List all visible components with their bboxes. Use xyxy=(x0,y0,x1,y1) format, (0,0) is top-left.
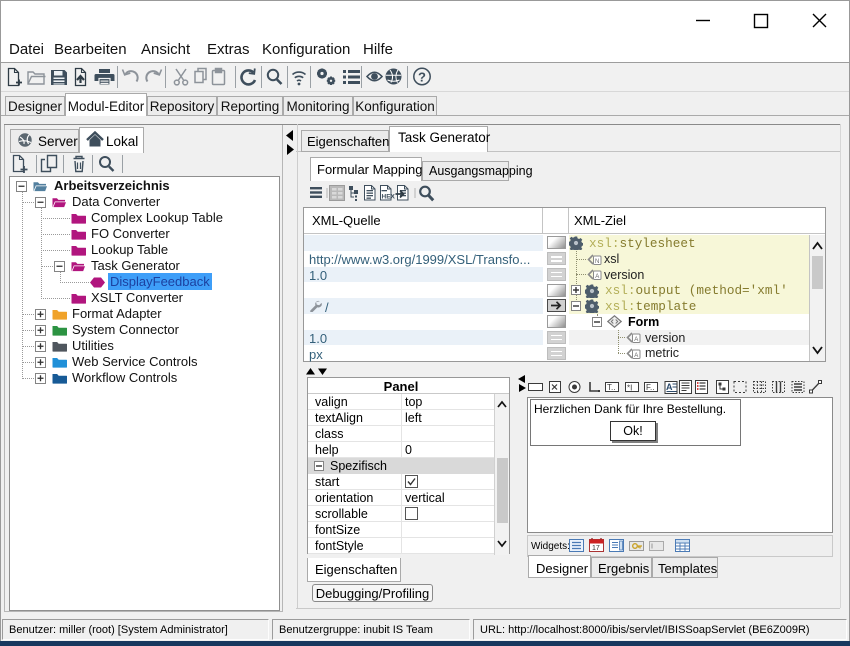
svg-text:17: 17 xyxy=(592,545,600,552)
svg-text:*I: *I xyxy=(627,384,632,393)
svg-text:?: ? xyxy=(418,69,426,84)
svg-text:A: A xyxy=(666,382,673,392)
svg-text:N: N xyxy=(595,258,599,264)
svg-text:T..: T.. xyxy=(607,383,615,392)
svg-text:HEX: HEX xyxy=(382,194,396,201)
svg-text:A: A xyxy=(634,337,638,343)
svg-text:A: A xyxy=(634,353,638,359)
svg-text:A: A xyxy=(595,274,599,280)
svg-text:F..: F.. xyxy=(646,383,654,392)
